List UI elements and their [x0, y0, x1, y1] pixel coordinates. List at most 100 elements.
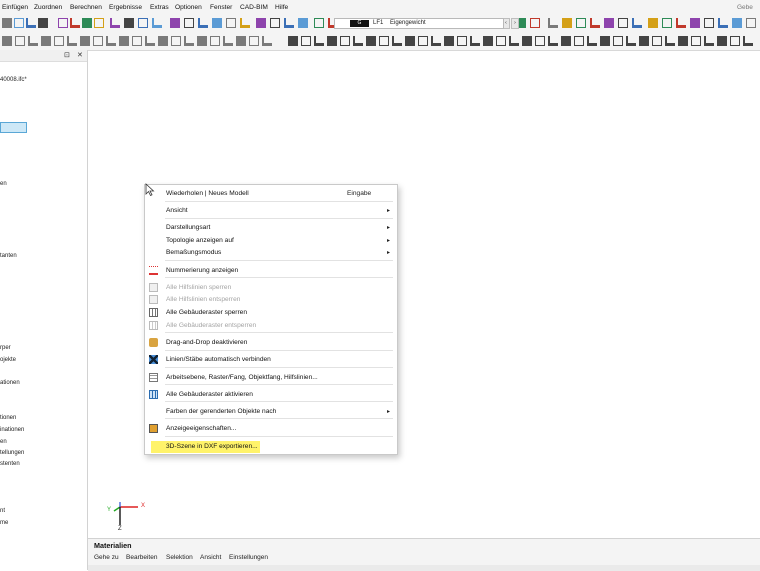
menu-item-5[interactable]: Optionen [175, 4, 202, 11]
toolbar-tool-icon[interactable] [509, 36, 519, 46]
toolbar-tool-icon[interactable] [158, 36, 168, 46]
toolbar-tool-icon[interactable] [690, 18, 700, 28]
toolbar-tool-icon[interactable] [145, 36, 155, 46]
navigator-item[interactable]: nt [0, 508, 5, 514]
toolbar-tool-icon[interactable] [483, 36, 493, 46]
navigator-selected-row[interactable] [0, 122, 27, 133]
context-menu-item[interactable]: Arbeitsebene, Raster/Fang, Objektfang, H… [145, 372, 397, 384]
toolbar-tool-icon[interactable] [198, 18, 208, 28]
navigator-item[interactable]: ojekte [0, 357, 16, 363]
toolbar-tool-icon[interactable] [170, 18, 180, 28]
toolbar-tool-icon[interactable] [405, 36, 415, 46]
toolbar-tool-icon[interactable] [457, 36, 467, 46]
context-menu-item[interactable]: Alle Gebäuderaster aktivieren [145, 389, 397, 401]
toolbar-tool-icon[interactable] [262, 36, 272, 46]
toolbar-tool-icon[interactable] [298, 18, 308, 28]
toolbar-tool-icon[interactable] [70, 18, 80, 28]
toolbar-tool-icon[interactable] [2, 36, 12, 46]
toolbar-tool-icon[interactable] [444, 36, 454, 46]
toolbar-tool-icon[interactable] [704, 36, 714, 46]
toolbar-tool-icon[interactable] [562, 18, 572, 28]
navigator-item[interactable]: tionen [0, 415, 16, 421]
toolbar-tool-icon[interactable] [93, 36, 103, 46]
pin-icon[interactable]: ⊡ [64, 51, 70, 59]
navigator-item[interactable]: ationen [0, 380, 20, 386]
toolbar-tool-icon[interactable] [67, 36, 77, 46]
context-menu-item[interactable]: Ansicht ▸ [145, 205, 397, 217]
toolbar-tool-icon[interactable] [288, 36, 298, 46]
toolbar-tool-icon[interactable] [600, 36, 610, 46]
toolbar-tool-icon[interactable] [327, 36, 337, 46]
toolbar-tool-icon[interactable] [226, 18, 236, 28]
toolbar-tool-icon[interactable] [54, 36, 64, 46]
toolbar-tool-icon[interactable] [418, 36, 428, 46]
toolbar-tool-icon[interactable] [58, 18, 68, 28]
toolbar-tool-icon[interactable] [197, 36, 207, 46]
toolbar-tool-icon[interactable] [662, 18, 672, 28]
toolbar-tool-icon[interactable] [590, 18, 600, 28]
toolbar-tool-icon[interactable] [548, 36, 558, 46]
toolbar-tool-icon[interactable] [15, 36, 25, 46]
context-menu-item[interactable]: Bemaßungsmodus ▸ [145, 247, 397, 259]
toolbar-tool-icon[interactable] [530, 18, 540, 28]
toolbar-tool-icon[interactable] [314, 36, 324, 46]
toolbar-tool-icon[interactable] [522, 36, 532, 46]
menu-item-2[interactable]: Berechnen [70, 4, 102, 11]
toolbar-tool-icon[interactable] [284, 18, 294, 28]
menu-item-3[interactable]: Ergebnisse [109, 4, 142, 11]
toolbar-tool-icon[interactable] [618, 18, 628, 28]
menu-item-6[interactable]: Fenster [210, 4, 232, 11]
toolbar-tool-icon[interactable] [604, 18, 614, 28]
context-menu-item[interactable]: Linien/Stäbe automatisch verbinden [145, 354, 397, 366]
toolbar-tool-icon[interactable] [270, 18, 280, 28]
toolbar-tool-icon[interactable] [632, 18, 642, 28]
toolbar-tool-icon[interactable] [28, 36, 38, 46]
toolbar-tool-icon[interactable] [730, 36, 740, 46]
navigator-item[interactable]: 40008.ifc* [0, 77, 27, 83]
menu-item-1[interactable]: Zuordnen [34, 4, 62, 11]
toolbar-tool-icon[interactable] [639, 36, 649, 46]
navigator-item[interactable]: rper [0, 345, 11, 351]
context-menu-item[interactable]: Alle Gebäuderaster sperren [145, 307, 397, 319]
toolbar-tool-icon[interactable] [431, 36, 441, 46]
context-menu-item[interactable]: Nummerierung anzeigen [145, 265, 397, 277]
context-menu-item[interactable]: Darstellungsart ▸ [145, 222, 397, 234]
toolbar-tool-icon[interactable] [82, 18, 92, 28]
toolbar-tool-icon[interactable] [340, 36, 350, 46]
toolbar-tool-icon[interactable] [256, 18, 266, 28]
navigator-item[interactable]: me [0, 520, 8, 526]
toolbar-tool-icon[interactable] [574, 36, 584, 46]
loadcase-selector[interactable]: G LF1 Eigengewicht [334, 18, 504, 29]
context-menu-item[interactable]: Farben der gerenderten Objekte nach ▸ [145, 406, 397, 418]
toolbar-tool-icon[interactable] [249, 36, 259, 46]
context-menu-item[interactable]: Drag-and-Drop deaktivieren [145, 337, 397, 349]
toolbar-tool-icon[interactable] [652, 36, 662, 46]
toolbar-tool-icon[interactable] [38, 18, 48, 28]
toolbar-tool-icon[interactable] [184, 36, 194, 46]
toolbar-tool-icon[interactable] [548, 18, 558, 28]
navigator-item[interactable]: en [0, 439, 7, 445]
materials-menu-item[interactable]: Selektion [166, 554, 193, 561]
loadcase-next-button[interactable]: › [511, 18, 519, 29]
close-icon[interactable]: ✕ [77, 51, 83, 59]
toolbar-tool-icon[interactable] [366, 36, 376, 46]
toolbar-tool-icon[interactable] [379, 36, 389, 46]
toolbar-tool-icon[interactable] [119, 36, 129, 46]
context-menu-item[interactable]: Anzeigeeigenschaften... [145, 423, 397, 435]
materials-menu-item[interactable]: Gehe zu [94, 554, 119, 561]
navigator-item[interactable]: tellungen [0, 450, 24, 456]
menu-item-0[interactable]: Einfügen [2, 4, 28, 11]
toolbar-tool-icon[interactable] [210, 36, 220, 46]
toolbar-tool-icon[interactable] [212, 18, 222, 28]
toolbar-tool-icon[interactable] [665, 36, 675, 46]
toolbar-tool-icon[interactable] [470, 36, 480, 46]
context-menu-item[interactable]: Topologie anzeigen auf ▸ [145, 235, 397, 247]
toolbar-tool-icon[interactable] [80, 36, 90, 46]
toolbar-tool-icon[interactable] [535, 36, 545, 46]
toolbar-tool-icon[interactable] [746, 18, 756, 28]
toolbar-tool-icon[interactable] [576, 18, 586, 28]
toolbar-tool-icon[interactable] [132, 36, 142, 46]
toolbar-tool-icon[interactable] [718, 18, 728, 28]
toolbar-tool-icon[interactable] [2, 18, 12, 28]
menu-item-7[interactable]: CAD-BIM [240, 4, 268, 11]
